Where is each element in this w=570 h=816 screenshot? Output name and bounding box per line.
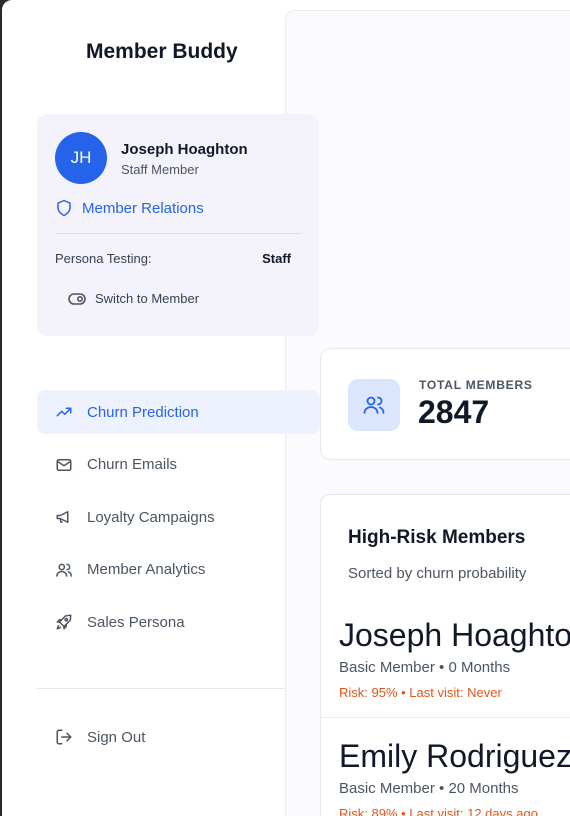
shield-icon [55,199,73,217]
user-name: Joseph Hoaghton [121,141,248,158]
sidebar-item-label: Sales Persona [87,613,185,631]
users-icon [348,379,400,431]
list-item[interactable]: Joseph Hoaghton Basic Member • 0 Months … [321,597,570,717]
switch-persona-label: Switch to Member [95,291,200,306]
logout-icon [55,728,73,746]
sidebar-nav: Churn Prediction Churn Emails Loyalty Ca… [37,390,320,653]
sidebar-item-churn-emails[interactable]: Churn Emails [37,443,320,487]
app-window: Member Buddy JH Joseph Hoaghton Staff Me… [2,0,570,816]
member-name: Emily Rodriguez [339,738,570,774]
mail-icon [55,456,73,474]
member-meta: Basic Member • 20 Months [339,780,519,797]
sidebar-item-label: Churn Emails [87,456,178,474]
toggle-icon [68,292,86,305]
department-label: Member Relations [82,199,204,217]
card-title: High-Risk Members [348,527,526,548]
card-subtitle: Sorted by churn probability [348,565,527,582]
user-role: Staff Member [121,162,199,177]
total-members-card: TOTAL MEMBERS 2847 [320,348,570,460]
users-icon [55,561,73,579]
trending-up-icon [55,403,73,421]
sidebar-item-sales-persona[interactable]: Sales Persona [37,600,320,644]
list-item[interactable]: Emily Rodriguez Basic Member • 20 Months… [321,717,570,816]
sign-out-button[interactable]: Sign Out [55,728,145,746]
sidebar-item-label: Loyalty Campaigns [87,508,215,526]
sidebar-item-label: Member Analytics [87,561,206,579]
member-meta: Basic Member • 0 Months [339,659,511,676]
member-name: Joseph Hoaghton [339,617,570,653]
stat-value: 2847 [418,394,490,430]
stat-label: TOTAL MEMBERS [419,378,533,392]
high-risk-members-card: High-Risk Members Sorted by churn probab… [320,494,570,816]
avatar: JH [55,132,107,184]
sidebar-item-member-analytics[interactable]: Member Analytics [37,548,320,592]
sidebar-item-label: Churn Prediction [87,403,199,421]
member-risk: Risk: 89% • Last visit: 12 days ago [339,806,538,816]
switch-persona-button[interactable]: Switch to Member [68,291,199,306]
rocket-icon [55,613,73,631]
app-title: Member Buddy [86,40,238,63]
sidebar-item-churn-prediction[interactable]: Churn Prediction [37,390,320,434]
department-badge: Member Relations [55,199,204,217]
profile-card: JH Joseph Hoaghton Staff Member Member R… [37,114,319,336]
sidebar-item-loyalty-campaigns[interactable]: Loyalty Campaigns [37,495,320,539]
sign-out-label: Sign Out [87,728,146,746]
megaphone-icon [55,508,73,526]
divider [55,233,301,234]
persona-value: Staff [262,251,291,266]
member-risk: Risk: 95% • Last visit: Never [339,685,502,700]
divider [37,688,285,689]
persona-label: Persona Testing: [55,251,152,266]
